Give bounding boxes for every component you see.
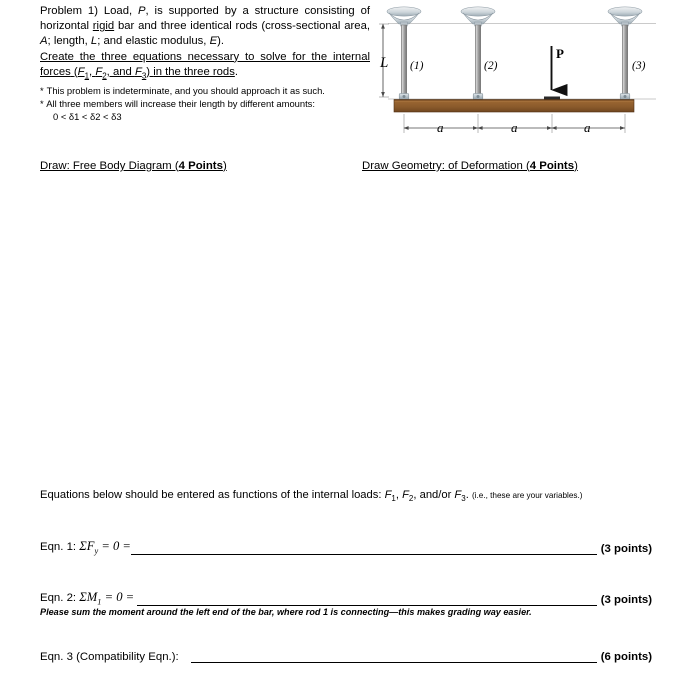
- note-2-text-b: amounts:: [273, 97, 315, 109]
- eq-intro-parenthetical: (i.e., these are your variables.): [471, 491, 583, 500]
- deflection-inequality: 0 < δ1 < δ2 < δ3: [53, 111, 122, 123]
- figure-label-rod-1: (1): [410, 60, 424, 72]
- figure-label-span-1: a: [437, 120, 444, 135]
- rigid-bar: [393, 99, 635, 113]
- problem-statement: Problem 1) Load, P, is supported by a st…: [40, 4, 370, 123]
- equation-1-prefix: Eqn. 1:: [40, 541, 80, 553]
- symbol-F1: F: [77, 65, 85, 78]
- equation-2-points: (3 points): [600, 594, 652, 607]
- equation-1-points: (3 points): [600, 543, 652, 556]
- equation-3-points: (6 points): [600, 651, 652, 663]
- problem-text-intro: Problem 1) Load,: [40, 5, 138, 17]
- equation-row-1: Eqn. 1: ΣFy = 0 = (3 points): [40, 539, 652, 557]
- rod-3-anchor-cap-disc: [607, 6, 643, 17]
- fbd-header-text: Draw: Free Body Diagram (: [40, 160, 179, 172]
- problem-text-rigid: rigid: [92, 20, 115, 33]
- fbd-header-close: ): [222, 160, 227, 172]
- note-2-text-a: All three members will increase their le…: [46, 97, 241, 109]
- workspace-free-body-diagram[interactable]: [40, 182, 340, 472]
- problem-note-1: * This problem is indeterminate, and you…: [40, 85, 370, 98]
- problem-task-paragraph: Create the three equations necessary to …: [40, 50, 370, 81]
- rod-1-shaft: [401, 24, 407, 100]
- rod-1-pin: [402, 95, 406, 98]
- problem-text-5: ; and elastic modulus,: [97, 35, 210, 48]
- bullet-asterisk-icon: *: [40, 97, 45, 109]
- note-1-underlined: indeterminate: [112, 85, 170, 97]
- equation-1-answer-blank[interactable]: [130, 544, 597, 556]
- equation-2-answer-blank[interactable]: [137, 595, 597, 607]
- fbd-header-points: 4 Points: [178, 160, 223, 172]
- symbol-P: P: [138, 5, 146, 17]
- geom-header-close: ): [574, 160, 578, 172]
- rod-3-pin: [623, 95, 627, 98]
- problem-text-3: bar and three identical rods (cross-sect…: [114, 20, 371, 33]
- draw-header-geometry-of-deformation: Draw Geometry: of Deformation (4 Points): [362, 160, 578, 172]
- figure-label-rod-3: (3): [632, 60, 646, 72]
- eq-intro-sep-2: , and/or: [413, 489, 455, 501]
- equations-instruction-line: Equations below should be entered as fun…: [40, 489, 652, 503]
- rod-1-anchor-cap-disc: [386, 6, 422, 17]
- equation-row-3: Eqn. 3 (Compatibility Eqn.): (6 points): [40, 651, 652, 669]
- equation-1-sigma: ΣF: [79, 539, 95, 553]
- draw-header-free-body-diagram: Draw: Free Body Diagram (4 Points): [40, 160, 227, 172]
- figure-label-L: L: [380, 55, 389, 71]
- problem-note-2: * All three members will increase their …: [40, 98, 370, 111]
- task-sep-2: , and: [106, 65, 135, 78]
- equation-3-prefix: Eqn. 3 (Compatibility Eqn.):: [40, 651, 179, 663]
- geom-header-points: 4 Points: [529, 160, 575, 172]
- problem-text-4: ; length,: [47, 35, 91, 48]
- rod-2-anchor-cap-disc: [460, 6, 496, 17]
- note-2-underlined: different: [240, 97, 274, 109]
- figure-label-load-P: P: [556, 46, 564, 61]
- figure-label-span-3: a: [584, 120, 591, 135]
- equation-2-label: Eqn. 2: ΣM1 = 0 =: [40, 590, 137, 606]
- draw-section-headers: Draw: Free Body Diagram (4 Points) Draw …: [40, 160, 648, 176]
- rod-2-assembly: [460, 6, 496, 100]
- symbol-A: A: [40, 35, 48, 48]
- equation-3-label: Eqn. 3 (Compatibility Eqn.):: [40, 651, 191, 663]
- equation-1-suffix: = 0 =: [98, 539, 131, 553]
- eq-intro-period: .: [465, 489, 469, 501]
- figure-label-rod-2: (2): [484, 60, 498, 72]
- rod-2-pin: [476, 95, 480, 98]
- task-text-rods: in the three rods: [153, 65, 235, 78]
- equation-2-subnote: Please sum the moment around the left en…: [40, 607, 532, 617]
- note-1-text-b: , and you should approach it as such.: [169, 85, 325, 97]
- note-1-text-a: This problem is: [46, 85, 113, 97]
- rod-3-shaft: [622, 24, 628, 100]
- equation-2-suffix: = 0 =: [101, 590, 135, 604]
- problem-body-paragraph: Problem 1) Load, P, is supported by a st…: [40, 4, 370, 50]
- problem-text-6: ).: [217, 35, 225, 48]
- rod-3-assembly: [607, 6, 643, 100]
- rod-1-assembly: [386, 6, 422, 100]
- equation-2-sigma: ΣM: [79, 590, 98, 604]
- equation-1-label: Eqn. 1: ΣFy = 0 =: [40, 539, 131, 555]
- figure-label-span-2: a: [511, 120, 518, 135]
- geom-header-text: Draw Geometry: of Deformation (: [362, 160, 530, 172]
- equation-2-prefix: Eqn. 2:: [40, 592, 80, 604]
- equation-row-2: Eqn. 2: ΣM1 = 0 = (3 points): [40, 590, 652, 608]
- task-period: .: [234, 65, 238, 78]
- equation-3-answer-blank[interactable]: [191, 652, 597, 663]
- bullet-asterisk-icon: *: [40, 85, 45, 97]
- symbol-F3: F: [134, 65, 142, 78]
- structure-figure: L (1) (2) (3) P a a a: [376, 2, 666, 142]
- symbol-E: E: [209, 35, 218, 48]
- workspace-geometry-of-deformation[interactable]: [362, 182, 648, 472]
- eq-intro-var-F2: F: [402, 489, 409, 501]
- rod-2-shaft: [475, 24, 481, 100]
- eq-intro-main: Equations below should be entered as fun…: [40, 489, 385, 501]
